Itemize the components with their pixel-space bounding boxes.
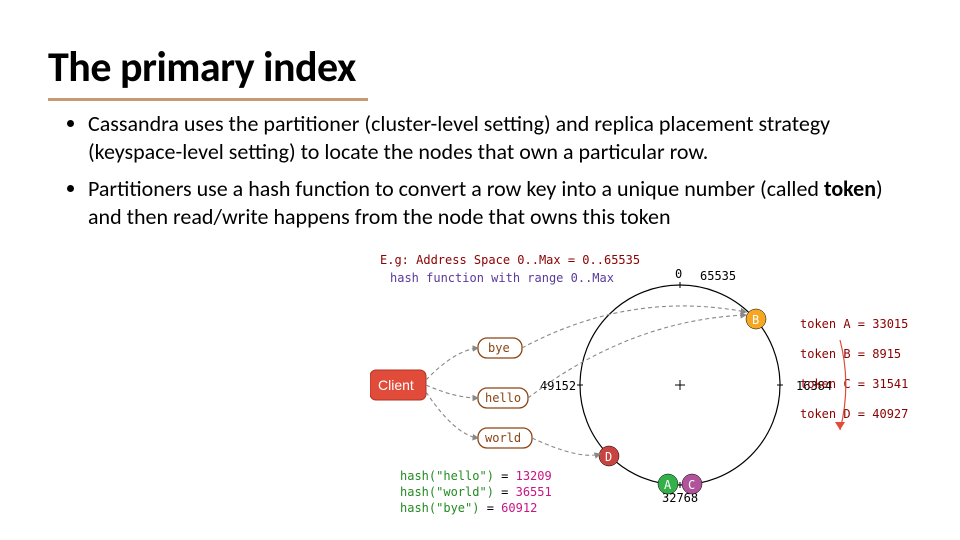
key-pill-world: world xyxy=(478,428,532,448)
token-line-A: token A = 33015 xyxy=(800,317,908,331)
ring-label-65535: 65535 xyxy=(700,269,736,283)
arrow-bye-to-B xyxy=(522,306,746,348)
bullet-2: Partitioners use a hash function to conv… xyxy=(88,175,884,230)
svg-text:B: B xyxy=(752,313,759,327)
svg-text:C: C xyxy=(688,478,695,492)
svg-text:D: D xyxy=(605,450,612,464)
node-B: B xyxy=(746,309,766,329)
ring-label-top: 0 xyxy=(675,267,682,281)
svg-text:hash("hello") = 13209: hash("hello") = 13209 xyxy=(400,469,552,483)
client-label: Client xyxy=(378,377,414,393)
diagram-header-hash: hash function with range 0..Max xyxy=(390,271,614,285)
bullet-list: Cassandra uses the partitioner (cluster-… xyxy=(64,110,884,240)
node-D: D xyxy=(599,446,619,466)
key-pill-hello: hello xyxy=(478,388,528,408)
token-line-B: token B = 8915 xyxy=(800,347,901,361)
svg-text:hello: hello xyxy=(485,391,521,405)
bullet-1: Cassandra uses the partitioner (cluster-… xyxy=(88,110,884,165)
ring-diagram: E.g: Address Space 0..Max = 0..65535 has… xyxy=(370,250,930,520)
key-pill-bye: bye xyxy=(478,338,522,358)
svg-text:A: A xyxy=(664,478,672,492)
node-C: C xyxy=(682,474,702,494)
svg-text:bye: bye xyxy=(488,341,510,355)
svg-text:world: world xyxy=(485,431,521,445)
page-title: The primary index xyxy=(48,42,356,93)
node-A: A xyxy=(658,474,678,494)
arrow-world-to-D xyxy=(532,438,600,455)
diagram-header-eg: E.g: Address Space 0..Max = 0..65535 xyxy=(380,253,640,267)
token-line-D: token D = 40927 xyxy=(800,407,908,421)
svg-text:hash("world") = 36551: hash("world") = 36551 xyxy=(400,485,552,499)
title-underline xyxy=(48,98,368,101)
token-line-C: token C = 31541 xyxy=(800,377,908,391)
ring-label-left: 49152 xyxy=(540,379,576,393)
hash-list: hash("hello") = 13209 hash("world") = 36… xyxy=(400,469,552,515)
svg-text:hash("bye") = 60912: hash("bye") = 60912 xyxy=(400,501,537,515)
